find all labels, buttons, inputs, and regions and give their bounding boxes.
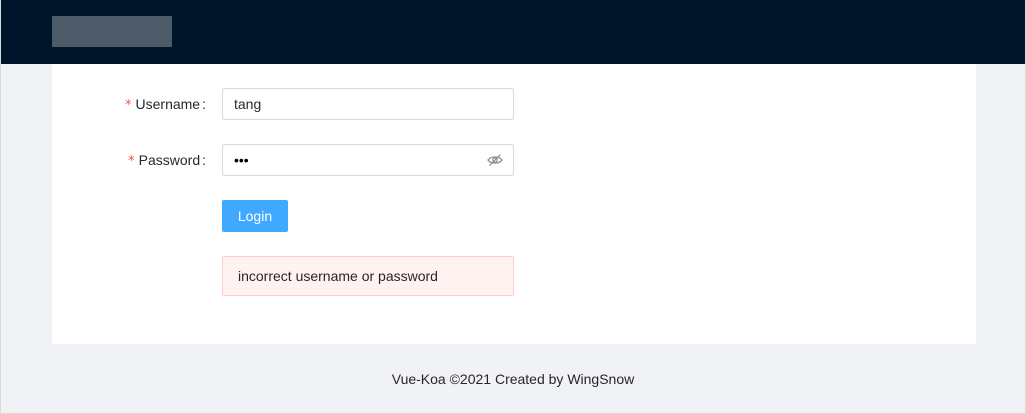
password-field[interactable] <box>222 144 514 176</box>
password-label-text: Password <box>138 152 201 168</box>
app-frame: *Username: *Password: Login <box>0 0 1026 414</box>
label-colon: : <box>202 152 206 168</box>
eye-invisible-icon[interactable] <box>487 153 503 167</box>
logo-placeholder <box>52 16 172 47</box>
required-mark: * <box>128 154 135 169</box>
username-input[interactable] <box>222 88 514 120</box>
top-header <box>1 0 1025 64</box>
username-label-text: Username <box>135 96 201 112</box>
footer-text: Vue-Koa ©2021 Created by WingSnow <box>391 371 635 387</box>
login-button[interactable]: Login <box>222 200 288 232</box>
login-card: *Username: *Password: Login <box>52 64 976 344</box>
required-mark: * <box>125 98 132 113</box>
label-colon: : <box>202 96 206 112</box>
error-alert: incorrect username or password <box>222 256 514 296</box>
password-label: * Password: <box>128 144 214 176</box>
password-input[interactable] <box>223 145 473 175</box>
username-label: * Username: <box>125 88 214 120</box>
